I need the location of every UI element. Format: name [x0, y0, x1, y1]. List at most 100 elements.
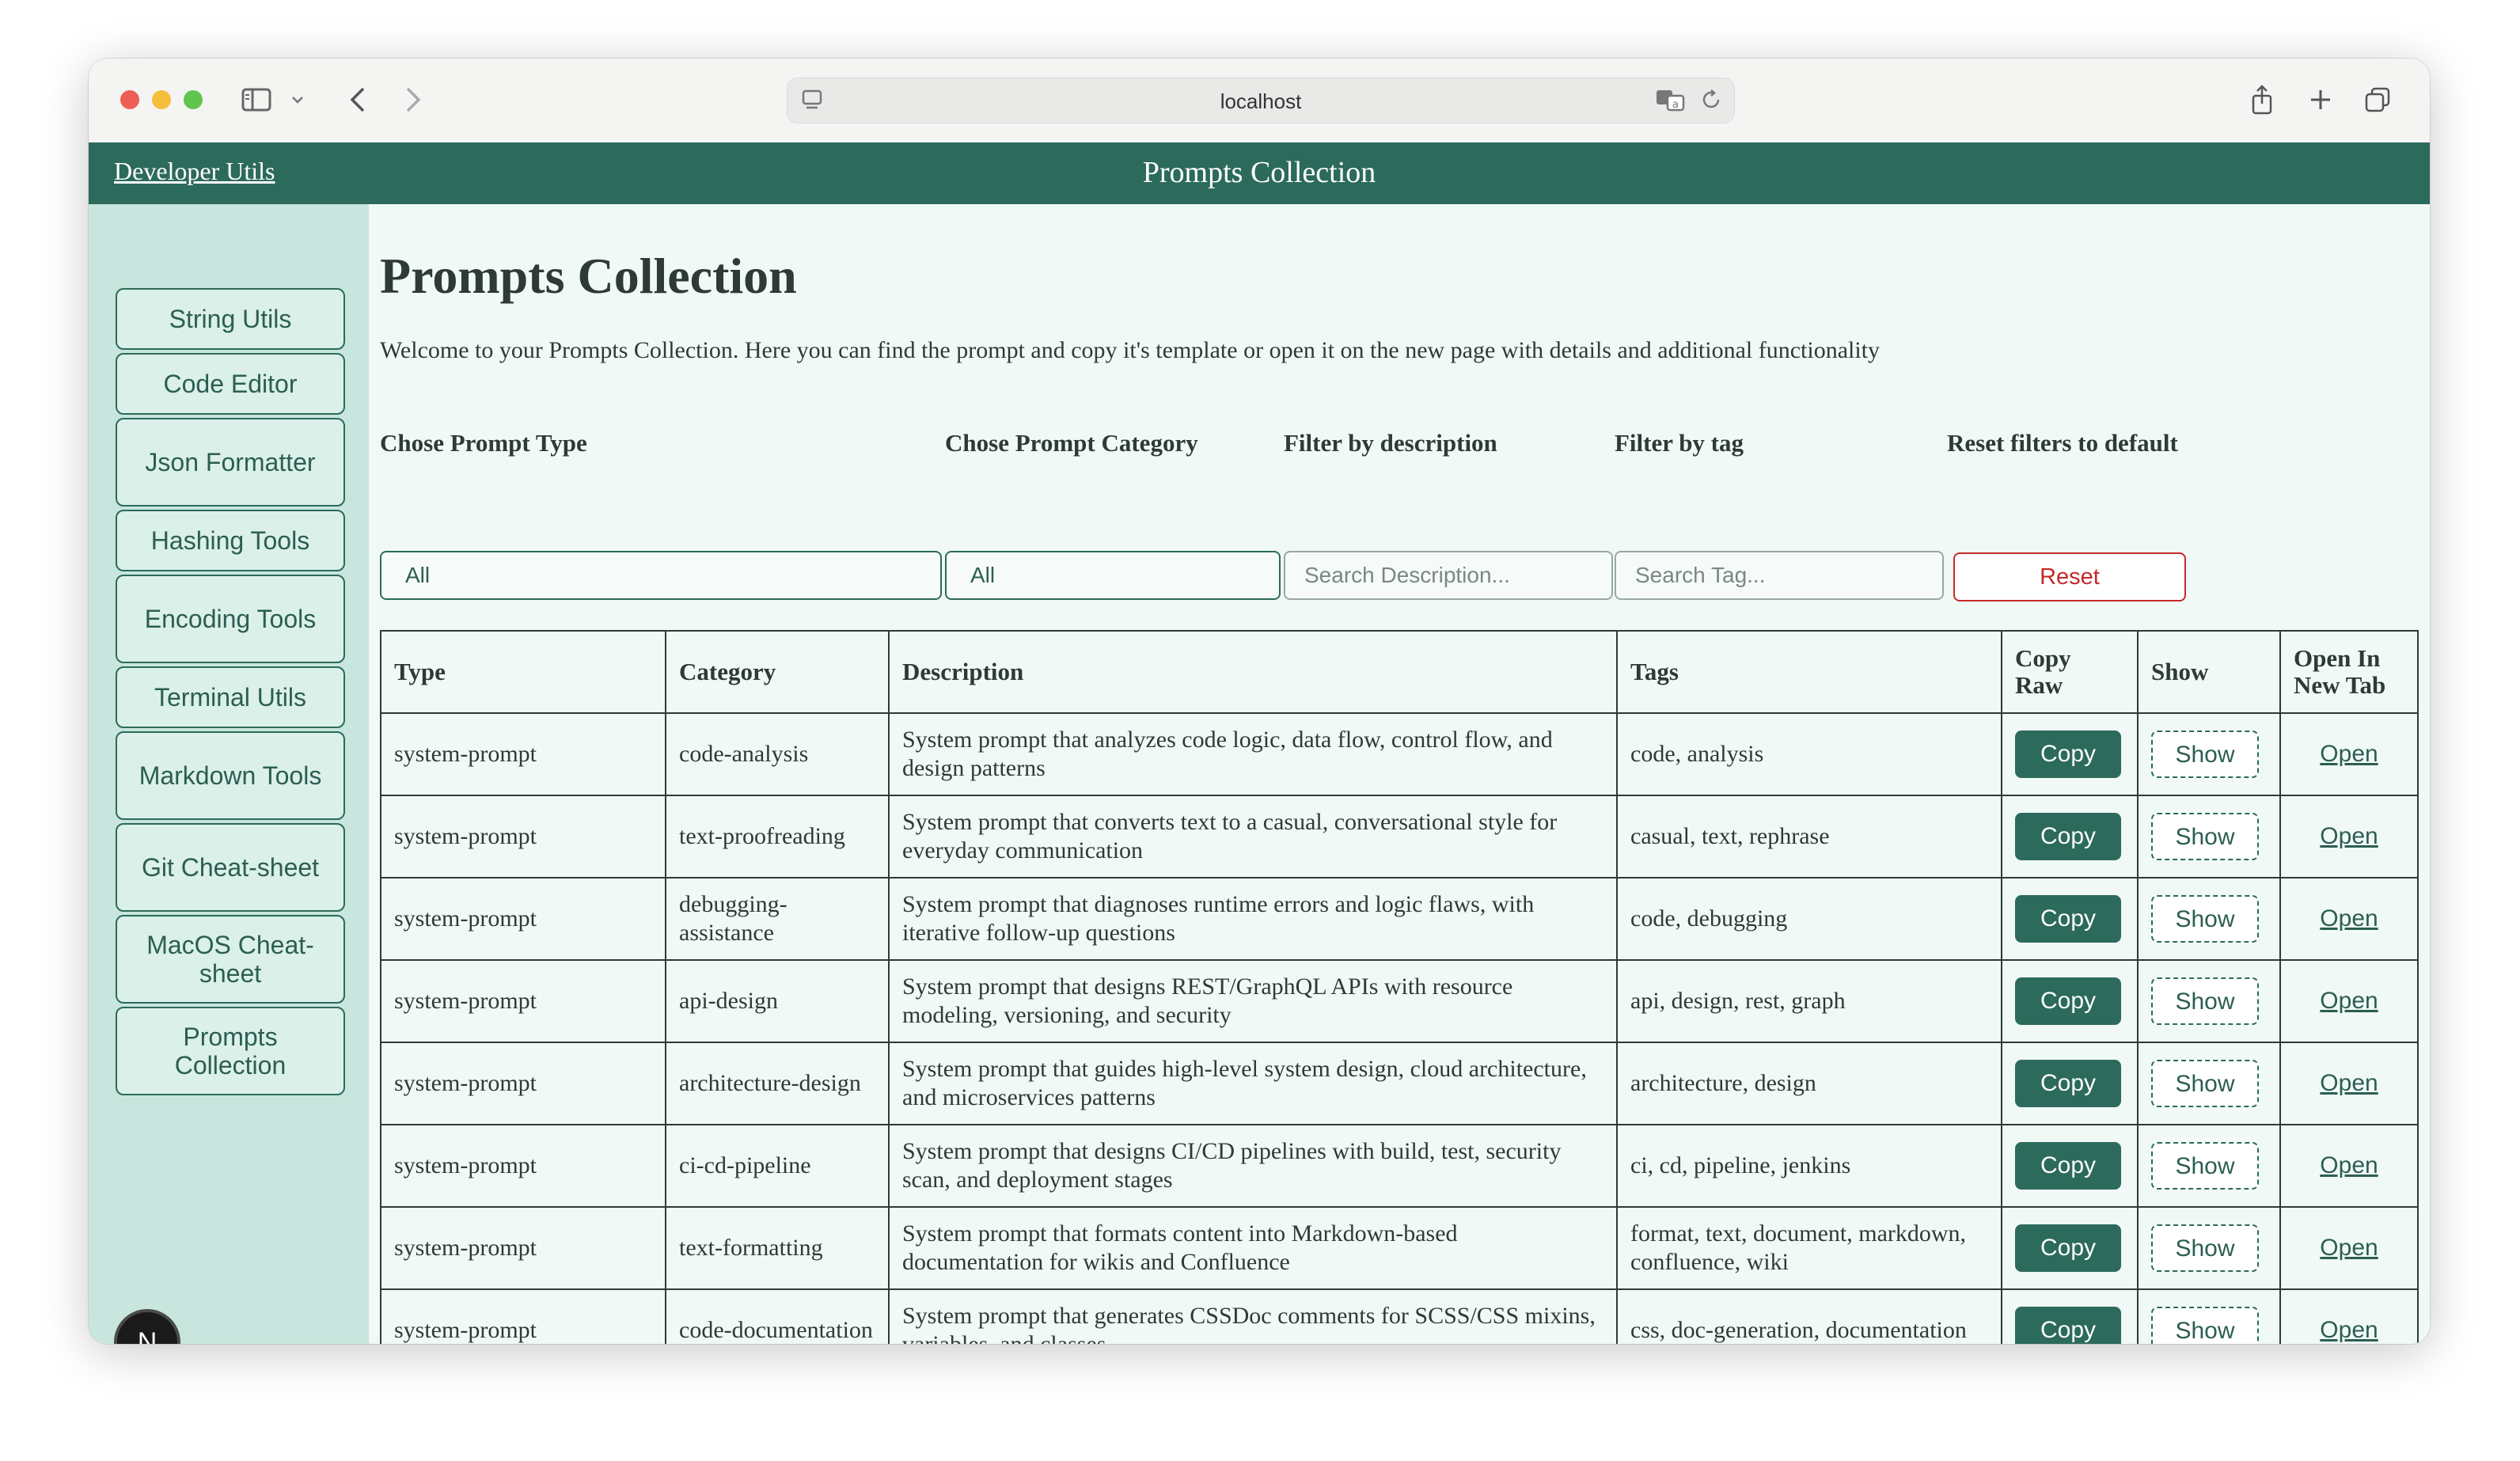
open-link[interactable]: Open	[2320, 988, 2378, 1014]
sidebar-item-git-cheat-sheet[interactable]: Git Cheat-sheet	[116, 823, 345, 912]
page-title: Prompts Collection	[380, 248, 797, 304]
new-tab-icon[interactable]	[2305, 82, 2336, 117]
reload-icon[interactable]	[1699, 88, 1723, 116]
show-button[interactable]: Show	[2151, 977, 2259, 1025]
table-row: system-prompt debugging-assistance Syste…	[380, 877, 2419, 961]
open-link[interactable]: Open	[2320, 1070, 2378, 1096]
cell-description: System prompt that guides high-level sys…	[888, 1042, 1618, 1125]
share-icon[interactable]	[2246, 82, 2278, 117]
sidebar-item-hashing-tools[interactable]: Hashing Tools	[116, 510, 345, 571]
cell-copy: Copy	[2001, 1288, 2139, 1344]
sidebar-toggle-icon[interactable]	[239, 82, 274, 117]
cell-show: Show	[2137, 795, 2281, 878]
type-select[interactable]: All	[380, 551, 942, 600]
cell-show: Show	[2137, 1288, 2281, 1344]
cell-description: System prompt that analyzes code logic, …	[888, 712, 1618, 796]
prompts-table: Type Category Description Tags Copy Raw …	[380, 630, 2419, 1344]
description-search-input[interactable]: Search Description...	[1284, 551, 1613, 600]
show-button[interactable]: Show	[2151, 1060, 2259, 1107]
sidebar-item-string-utils[interactable]: String Utils	[116, 288, 345, 350]
cell-category: architecture-design	[665, 1042, 890, 1125]
cell-open: Open	[2279, 877, 2419, 961]
svg-text:a: a	[1672, 99, 1679, 111]
chevron-down-icon[interactable]	[288, 82, 307, 117]
cell-tags: code, analysis	[1616, 712, 2002, 796]
col-header-tags[interactable]: Tags	[1616, 630, 2002, 714]
show-button[interactable]: Show	[2151, 813, 2259, 860]
copy-button[interactable]: Copy	[2015, 730, 2121, 778]
reset-button[interactable]: Reset	[1953, 552, 2186, 601]
address-bar[interactable]: localhost a	[787, 78, 1735, 123]
show-button[interactable]: Show	[2151, 895, 2259, 943]
tab-overview-icon[interactable]	[2362, 82, 2393, 117]
cell-copy: Copy	[2001, 1124, 2139, 1208]
cell-show: Show	[2137, 1124, 2281, 1208]
sidebar-item-encoding-tools[interactable]: Encoding Tools	[116, 575, 345, 663]
cell-category: api-design	[665, 959, 890, 1043]
cell-copy: Copy	[2001, 712, 2139, 796]
cell-description: System prompt that formats content into …	[888, 1206, 1618, 1290]
col-header-show: Show	[2137, 630, 2281, 714]
sidebar-item-markdown-tools[interactable]: Markdown Tools	[116, 731, 345, 820]
back-icon[interactable]	[342, 82, 374, 117]
app-header: Developer Utils Prompts Collection	[89, 142, 2430, 204]
cell-open: Open	[2279, 1206, 2419, 1290]
cell-tags: ci, cd, pipeline, jenkins	[1616, 1124, 2002, 1208]
copy-button[interactable]: Copy	[2015, 895, 2121, 943]
show-button[interactable]: Show	[2151, 730, 2259, 778]
browser-window: localhost a Developer Utils Prompts Coll…	[89, 59, 2430, 1344]
cell-show: Show	[2137, 712, 2281, 796]
minimize-window-button[interactable]	[152, 90, 171, 109]
cell-description: System prompt that designs REST/GraphQL …	[888, 959, 1618, 1043]
intro-text: Welcome to your Prompts Collection. Here…	[380, 337, 1881, 363]
cell-copy: Copy	[2001, 877, 2139, 961]
open-link[interactable]: Open	[2320, 1152, 2378, 1178]
open-link[interactable]: Open	[2320, 823, 2378, 849]
col-header-category[interactable]: Category	[665, 630, 890, 714]
cell-type: system-prompt	[380, 1042, 666, 1125]
main-content: Prompts Collection Welcome to your Promp…	[369, 204, 2430, 1344]
col-header-type[interactable]: Type	[380, 630, 666, 714]
copy-button[interactable]: Copy	[2015, 1060, 2121, 1107]
sidebar-item-prompts-collection[interactable]: Prompts Collection	[116, 1007, 345, 1095]
table-header-row: Type Category Description Tags Copy Raw …	[380, 630, 2419, 714]
cell-tags: api, design, rest, graph	[1616, 959, 2002, 1043]
show-button[interactable]: Show	[2151, 1307, 2259, 1344]
open-link[interactable]: Open	[2320, 741, 2378, 767]
open-link[interactable]: Open	[2320, 1235, 2378, 1261]
show-button[interactable]: Show	[2151, 1142, 2259, 1190]
cell-show: Show	[2137, 877, 2281, 961]
table-row: system-prompt architecture-design System…	[380, 1042, 2419, 1125]
copy-button[interactable]: Copy	[2015, 1142, 2121, 1190]
zoom-window-button[interactable]	[184, 90, 203, 109]
table-row: system-prompt text-proofreading System p…	[380, 795, 2419, 878]
copy-button[interactable]: Copy	[2015, 1307, 2121, 1344]
sidebar-item-terminal-utils[interactable]: Terminal Utils	[116, 666, 345, 728]
cell-description: System prompt that generates CSSDoc comm…	[888, 1288, 1618, 1344]
cell-open: Open	[2279, 795, 2419, 878]
col-header-description[interactable]: Description	[888, 630, 1618, 714]
open-link[interactable]: Open	[2320, 905, 2378, 932]
category-filter-label: Chose Prompt Category	[945, 429, 1198, 457]
translate-icon[interactable]: a	[1655, 88, 1687, 116]
cell-copy: Copy	[2001, 959, 2139, 1043]
copy-button[interactable]: Copy	[2015, 813, 2121, 860]
category-select[interactable]: All	[945, 551, 1281, 600]
cell-description: System prompt that designs CI/CD pipelin…	[888, 1124, 1618, 1208]
copy-button[interactable]: Copy	[2015, 977, 2121, 1025]
copy-button[interactable]: Copy	[2015, 1224, 2121, 1272]
next-dev-indicator-button[interactable]: N	[117, 1312, 177, 1344]
close-window-button[interactable]	[120, 90, 139, 109]
sidebar-item-json-formatter[interactable]: Json Formatter	[116, 418, 345, 507]
show-button[interactable]: Show	[2151, 1224, 2259, 1272]
forward-icon[interactable]	[397, 82, 429, 117]
header-title: Prompts Collection	[1142, 156, 1376, 189]
reset-filters-label: Reset filters to default	[1947, 429, 2178, 457]
cell-category: ci-cd-pipeline	[665, 1124, 890, 1208]
cell-category: debugging-assistance	[665, 877, 890, 961]
cell-open: Open	[2279, 1288, 2419, 1344]
sidebar-item-macos-cheat-sheet[interactable]: MacOS Cheat-sheet	[116, 915, 345, 1004]
sidebar-item-code-editor[interactable]: Code Editor	[116, 353, 345, 415]
tag-search-input[interactable]: Search Tag...	[1615, 551, 1944, 600]
open-link[interactable]: Open	[2320, 1317, 2378, 1343]
